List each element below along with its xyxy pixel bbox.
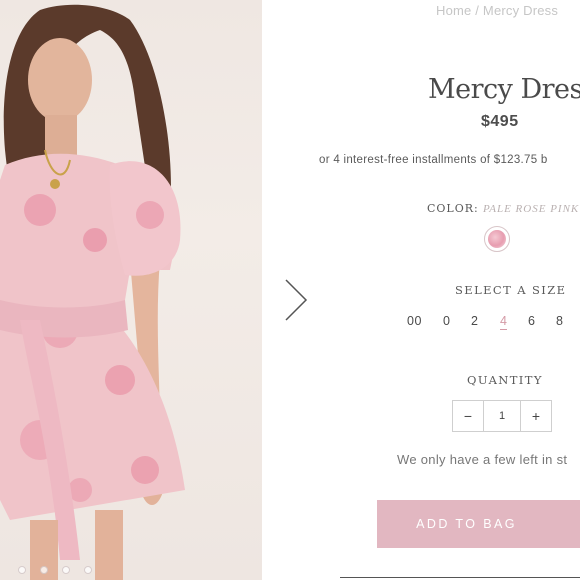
size-option-4[interactable]: 4 — [500, 314, 507, 330]
size-option-6[interactable]: 6 — [528, 314, 535, 328]
size-option-00[interactable]: 00 — [407, 314, 422, 328]
increment-button[interactable]: + — [521, 401, 551, 431]
size-option-2[interactable]: 2 — [471, 314, 478, 328]
chevron-right-icon — [278, 276, 312, 324]
breadcrumb-separator: / — [475, 3, 479, 18]
breadcrumb: Home / Mercy Dress — [436, 3, 558, 18]
pagination-dot[interactable] — [40, 566, 48, 574]
pagination-dot[interactable] — [84, 566, 92, 574]
product-image — [0, 0, 262, 580]
product-title: Mercy Dress — [428, 74, 580, 105]
image-pagination — [0, 566, 262, 574]
breadcrumb-current: Mercy Dress — [483, 3, 558, 18]
color-row: COLOR: PALE ROSE PINK — [427, 202, 579, 215]
color-label: COLOR: — [427, 202, 479, 215]
divider — [340, 577, 580, 578]
quantity-input[interactable]: 1 — [483, 401, 521, 431]
size-option-8[interactable]: 8 — [556, 314, 563, 328]
stock-note: We only have a few left in st — [397, 452, 567, 467]
size-option-0[interactable]: 0 — [443, 314, 450, 328]
color-swatch[interactable] — [484, 226, 510, 252]
next-image-button[interactable] — [278, 276, 312, 324]
product-price: $495 — [481, 113, 519, 131]
decrement-button[interactable]: − — [453, 401, 483, 431]
quantity-label: QUANTITY — [467, 373, 543, 387]
breadcrumb-home[interactable]: Home — [436, 3, 471, 18]
model-photo — [0, 0, 262, 580]
installments-text: or 4 interest-free installments of $123.… — [319, 154, 548, 166]
swatch-fill — [488, 230, 506, 248]
add-to-bag-button[interactable]: ADD TO BAG — [377, 500, 580, 548]
color-value: PALE ROSE PINK — [483, 203, 579, 215]
size-label: SELECT A SIZE — [455, 283, 566, 297]
quantity-stepper: − 1 + — [452, 400, 552, 432]
pagination-dot[interactable] — [62, 566, 70, 574]
pagination-dot[interactable] — [18, 566, 26, 574]
